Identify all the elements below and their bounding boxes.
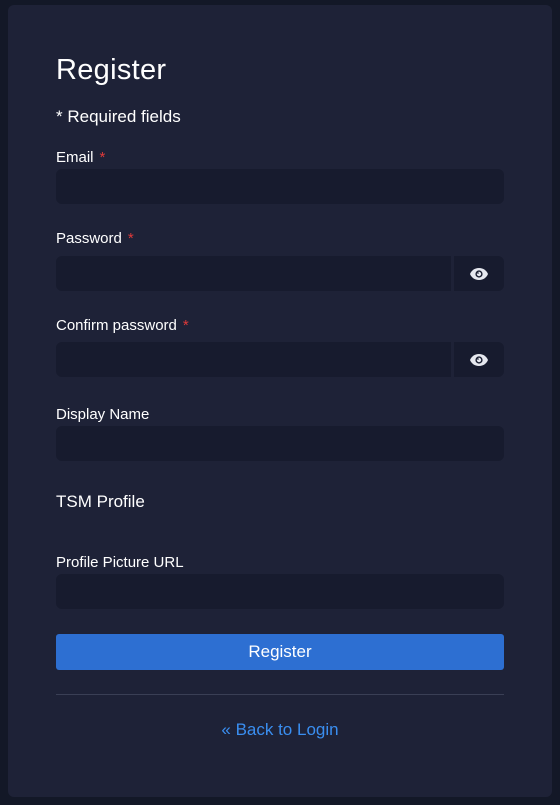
display-name-field[interactable]: [56, 426, 504, 461]
confirm-password-field[interactable]: [56, 342, 451, 377]
required-star: *: [127, 230, 134, 247]
tsm-profile-heading: TSM Profile: [56, 492, 145, 511]
register-button[interactable]: Register: [56, 634, 504, 670]
eye-icon: [470, 267, 488, 280]
profile-picture-url-field[interactable]: [56, 574, 504, 609]
confirm-password-visibility-toggle[interactable]: [454, 342, 504, 377]
required-star: *: [182, 317, 189, 334]
register-card: Register * Required fields Email * Passwo…: [8, 5, 552, 797]
password-field[interactable]: [56, 256, 451, 291]
confirm-password-label-text: Confirm password: [56, 317, 177, 334]
required-star: *: [99, 149, 106, 166]
password-label-text: Password: [56, 230, 122, 247]
password-visibility-toggle[interactable]: [454, 256, 504, 291]
email-label: Email *: [56, 149, 105, 166]
email-label-text: Email: [56, 149, 94, 166]
divider: [56, 694, 504, 695]
password-label: Password *: [56, 230, 134, 247]
page-title: Register: [56, 54, 167, 86]
eye-icon: [470, 353, 488, 366]
profile-picture-url-label: Profile Picture URL: [56, 554, 184, 571]
display-name-label: Display Name: [56, 406, 150, 423]
required-fields-note: * Required fields: [56, 107, 181, 126]
back-to-login-link[interactable]: « Back to Login: [8, 720, 552, 740]
email-field[interactable]: [56, 169, 504, 204]
confirm-password-label: Confirm password *: [56, 317, 189, 334]
